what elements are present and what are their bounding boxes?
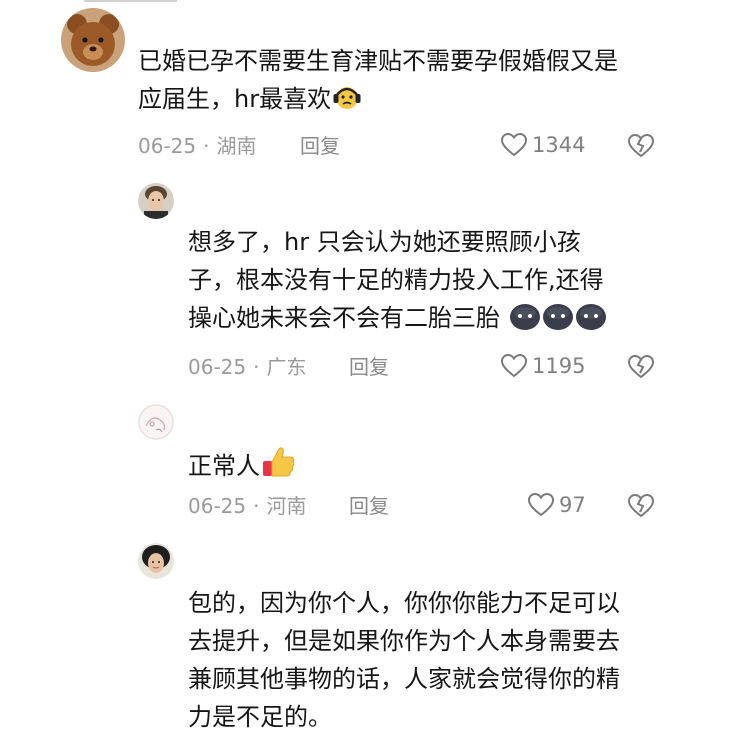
avatar-sketch[interactable] [138,404,174,440]
reply-button[interactable]: 回复 [300,134,340,158]
comment-line: 操心她未来会不会有二胎三胎 [188,299,607,337]
comment-date: 06-25 [138,134,197,158]
comment-date: 06-25 [188,355,247,379]
dark-ball-emoji [542,301,574,331]
like-count: 1195 [532,354,586,378]
comment-line: 已婚已孕不需要生育津贴不需要孕假婚假又是 [138,47,618,75]
thumbs-up-emoji [261,443,297,479]
like-count: 97 [559,493,586,517]
dark-ball-emoji [575,301,607,331]
meta-separator: · [253,355,260,379]
heart-icon [500,132,528,158]
top-divider [84,0,177,2]
like-button[interactable]: 1344 [500,132,585,158]
comment-text: 包的，因为你个人，你你你能力不足可以 去提升，但是如果你作为个人本身需要去 兼顾… [188,584,620,736]
comment-line: 力是不足的。 [188,703,332,731]
comment-text: 正常人 [188,443,297,485]
dark-ball-emoji [509,301,541,331]
comment-location: 河南 [266,494,307,518]
comment-text: 想多了，hr 只会认为她还要照顾小孩 子，根本没有十足的精力投入工作,还得 操心… [188,223,607,337]
meta-separator: · [253,494,260,518]
broken-heart-icon [627,354,655,379]
avatar-teddy-bear[interactable] [61,8,125,72]
dark-ball-emoji-row [500,304,607,332]
avatar-woman[interactable] [138,543,174,579]
dislike-button[interactable] [627,493,655,519]
reply-button[interactable]: 回复 [349,355,389,379]
comment-line: 去提升，但是如果你作为个人本身需要去 [188,627,620,655]
comment-meta: 06-25 · 湖南 [138,134,256,158]
avatar-man[interactable] [138,183,174,219]
reply-button[interactable]: 回复 [349,494,389,518]
comment-meta: 06-25 · 河南 [188,494,306,518]
headphones-sweat-emoji [332,82,362,112]
comment-line: 包的，因为你个人，你你你能力不足可以 [188,589,620,617]
comment-line: 子，根本没有十足的精力投入工作,还得 [188,266,604,294]
comment-text: 已婚已孕不需要生育津贴不需要孕假婚假又是 应届生，hr最喜欢 [138,42,618,118]
comment-line: 想多了，hr 只会认为她还要照顾小孩 [188,228,581,256]
heart-icon [500,353,528,379]
comment-line: 应届生，hr最喜欢 [138,80,618,118]
comment-line: 兼顾其他事物的话，人家就会觉得你的精 [188,665,620,693]
broken-heart-icon [627,493,655,518]
comment-location: 广东 [266,355,307,379]
comment-line: 正常人 [188,443,297,485]
like-count: 1344 [532,133,586,157]
heart-icon [527,492,555,518]
comment-date: 06-25 [188,494,247,518]
comment-meta: 06-25 · 广东 [188,355,306,379]
comment-location: 湖南 [216,134,257,158]
like-button[interactable]: 1195 [500,353,585,379]
meta-separator: · [203,134,210,158]
dislike-button[interactable] [627,133,655,159]
broken-heart-icon [627,133,655,158]
like-button[interactable]: 97 [527,492,586,518]
dislike-button[interactable] [627,354,655,380]
